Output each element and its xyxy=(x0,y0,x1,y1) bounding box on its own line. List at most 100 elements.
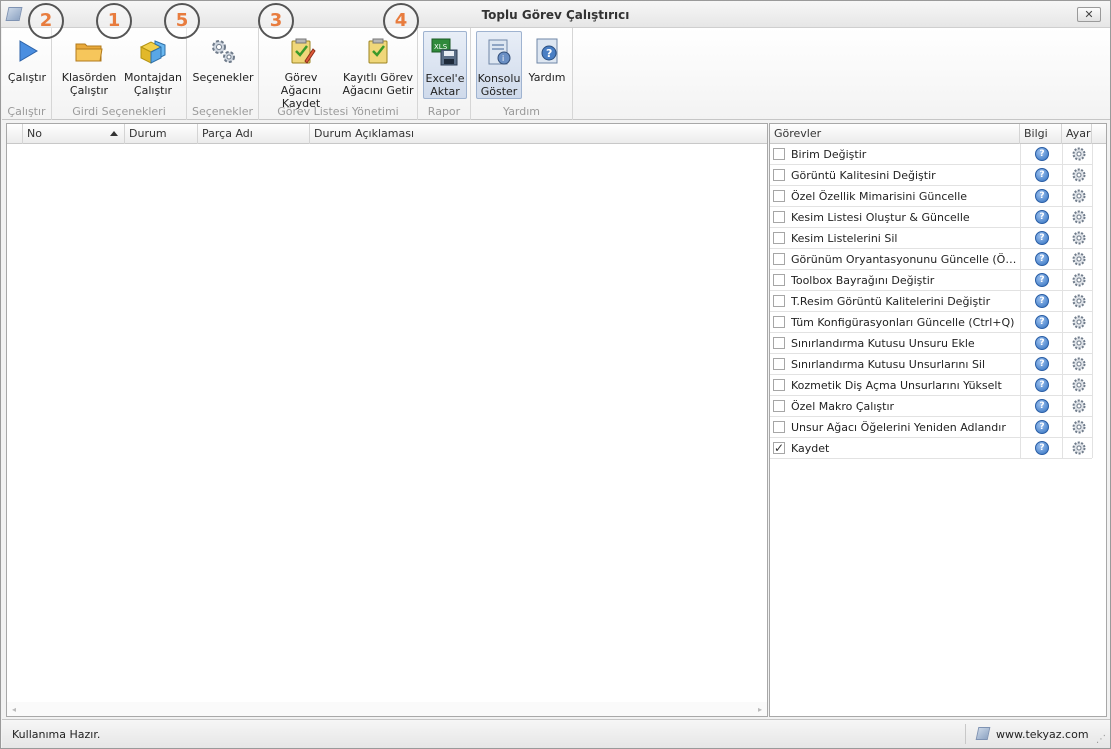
task-row[interactable]: ✓ Kaydet? xyxy=(770,438,1092,459)
column-header-no[interactable]: No xyxy=(23,124,125,144)
task-row[interactable]: Birim Değiştir? xyxy=(770,144,1092,165)
gear-icon[interactable] xyxy=(1071,377,1087,393)
load-task-tree-button[interactable]: Kayıtlı Görev Ağacını Getir xyxy=(341,31,415,99)
task-checkbox[interactable] xyxy=(773,421,785,433)
info-icon[interactable]: ? xyxy=(1035,420,1049,434)
task-row[interactable]: T.Resim Görüntü Kalitelerini Değiştir? xyxy=(770,291,1092,312)
gear-icon[interactable] xyxy=(1071,335,1087,351)
task-checkbox[interactable] xyxy=(773,358,785,370)
run-from-folder-button[interactable]: Klasörden Çalıştır xyxy=(58,31,120,99)
info-icon[interactable]: ? xyxy=(1035,210,1049,224)
task-checkbox[interactable] xyxy=(773,169,785,181)
task-checkbox[interactable] xyxy=(773,232,785,244)
gear-icon[interactable] xyxy=(1071,209,1087,225)
gear-icon[interactable] xyxy=(1071,230,1087,246)
column-header-status[interactable]: Durum xyxy=(125,124,198,144)
task-row[interactable]: Sınırlandırma Kutusu Unsurlarını Sil? xyxy=(770,354,1092,375)
task-row[interactable]: Kesim Listesi Oluştur & Güncelle? xyxy=(770,207,1092,228)
task-settings-cell xyxy=(1062,333,1092,353)
gears-icon xyxy=(212,40,235,63)
task-row[interactable]: Toolbox Bayrağını Değiştir? xyxy=(770,270,1092,291)
status-divider xyxy=(965,724,966,744)
gear-icon[interactable] xyxy=(1071,314,1087,330)
task-checkbox[interactable] xyxy=(773,253,785,265)
task-row[interactable]: Özel Özellik Mimarisini Güncelle? xyxy=(770,186,1092,207)
column-header-part-name[interactable]: Parça Adı xyxy=(198,124,310,144)
info-icon[interactable]: ? xyxy=(1035,189,1049,203)
website-link[interactable]: www.tekyaz.com xyxy=(996,728,1089,741)
scroll-left-icon[interactable]: ◂ xyxy=(12,705,16,714)
gear-icon[interactable] xyxy=(1071,419,1087,435)
task-info-cell: ? xyxy=(1020,207,1062,227)
task-row[interactable]: Kesim Listelerini Sil? xyxy=(770,228,1092,249)
task-checkbox[interactable] xyxy=(773,295,785,307)
results-grid[interactable]: No Durum Parça Adı Durum Açıklaması ◂ ▸ xyxy=(6,123,768,717)
column-header-status-description[interactable]: Durum Açıklaması xyxy=(310,124,767,144)
ribbon: Çalıştır Çalıştır Klasörden Çalıştır Mon… xyxy=(2,28,1110,120)
help-icon: ? xyxy=(536,38,558,64)
help-button[interactable]: ? Yardım xyxy=(525,31,569,99)
info-icon[interactable]: ? xyxy=(1035,441,1049,455)
task-header-name[interactable]: Görevler xyxy=(770,124,1020,144)
task-row[interactable]: Sınırlandırma Kutusu Unsuru Ekle? xyxy=(770,333,1092,354)
task-row[interactable]: Özel Makro Çalıştır? xyxy=(770,396,1092,417)
info-icon[interactable]: ? xyxy=(1035,315,1049,329)
task-checkbox[interactable] xyxy=(773,211,785,223)
task-checkbox[interactable] xyxy=(773,148,785,160)
gear-icon[interactable] xyxy=(1071,293,1087,309)
info-icon[interactable]: ? xyxy=(1035,231,1049,245)
task-header-settings[interactable]: Ayar xyxy=(1062,124,1092,144)
info-icon[interactable]: ? xyxy=(1035,252,1049,266)
info-icon[interactable]: ? xyxy=(1035,147,1049,161)
task-name: Toolbox Bayrağını Değiştir xyxy=(791,274,935,287)
task-row[interactable]: Kozmetik Diş Açma Unsurlarını Yükselt? xyxy=(770,375,1092,396)
info-icon[interactable]: ? xyxy=(1035,357,1049,371)
gear-icon[interactable] xyxy=(1071,440,1087,456)
callout-badge: 3 xyxy=(258,3,294,39)
task-checkbox[interactable] xyxy=(773,274,785,286)
task-header-info[interactable]: Bilgi xyxy=(1020,124,1062,144)
info-icon[interactable]: ? xyxy=(1035,294,1049,308)
task-settings-cell xyxy=(1062,417,1092,437)
close-button[interactable]: ✕ xyxy=(1077,7,1101,22)
info-icon[interactable]: ? xyxy=(1035,399,1049,413)
show-console-button[interactable]: i Konsolu Göster xyxy=(476,31,522,99)
run-from-assembly-label: Montajdan Çalıştır xyxy=(124,71,182,97)
info-icon[interactable]: ? xyxy=(1035,336,1049,350)
info-icon[interactable]: ? xyxy=(1035,378,1049,392)
task-checkbox[interactable] xyxy=(773,316,785,328)
run-from-assembly-button[interactable]: Montajdan Çalıştır xyxy=(122,31,184,99)
task-checkbox[interactable] xyxy=(773,379,785,391)
export-excel-button[interactable]: XLS Excel'e Aktar xyxy=(423,31,467,99)
task-info-cell: ? xyxy=(1020,417,1062,437)
task-info-cell: ? xyxy=(1020,165,1062,185)
info-icon[interactable]: ? xyxy=(1035,168,1049,182)
task-name: Özel Özellik Mimarisini Güncelle xyxy=(791,190,968,203)
info-icon[interactable]: ? xyxy=(1035,273,1049,287)
run-button[interactable]: Çalıştır xyxy=(6,31,48,99)
gear-icon[interactable] xyxy=(1071,146,1087,162)
save-task-tree-button[interactable]: Görev Ağacını Kaydet xyxy=(263,31,339,110)
callout-badge: 4 xyxy=(383,3,419,39)
gear-icon[interactable] xyxy=(1071,188,1087,204)
horizontal-scrollbar[interactable]: ◂ ▸ xyxy=(7,702,767,716)
task-checkbox[interactable] xyxy=(773,337,785,349)
task-checkbox[interactable]: ✓ xyxy=(773,442,785,454)
resize-grip-icon[interactable]: ⋰ xyxy=(1096,734,1106,745)
grid-header: No Durum Parça Adı Durum Açıklaması xyxy=(7,124,767,144)
task-row[interactable]: Görüntü Kalitesini Değiştir? xyxy=(770,165,1092,186)
task-checkbox[interactable] xyxy=(773,400,785,412)
gear-icon[interactable] xyxy=(1071,272,1087,288)
gear-icon[interactable] xyxy=(1071,167,1087,183)
gear-icon[interactable] xyxy=(1071,398,1087,414)
task-name: Görüntü Kalitesini Değiştir xyxy=(791,169,936,182)
gear-icon[interactable] xyxy=(1071,356,1087,372)
task-row[interactable]: Görünüm Oryantasyonunu Güncelle (Ön, Sağ… xyxy=(770,249,1092,270)
task-name: Özel Makro Çalıştır xyxy=(791,400,895,413)
task-row[interactable]: Unsur Ağacı Öğelerini Yeniden Adlandır? xyxy=(770,417,1092,438)
scroll-right-icon[interactable]: ▸ xyxy=(758,705,762,714)
task-row[interactable]: Tüm Konfigürasyonları Güncelle (Ctrl+Q)? xyxy=(770,312,1092,333)
task-checkbox[interactable] xyxy=(773,190,785,202)
gear-icon[interactable] xyxy=(1071,251,1087,267)
options-button[interactable]: Seçenekler xyxy=(191,31,255,99)
